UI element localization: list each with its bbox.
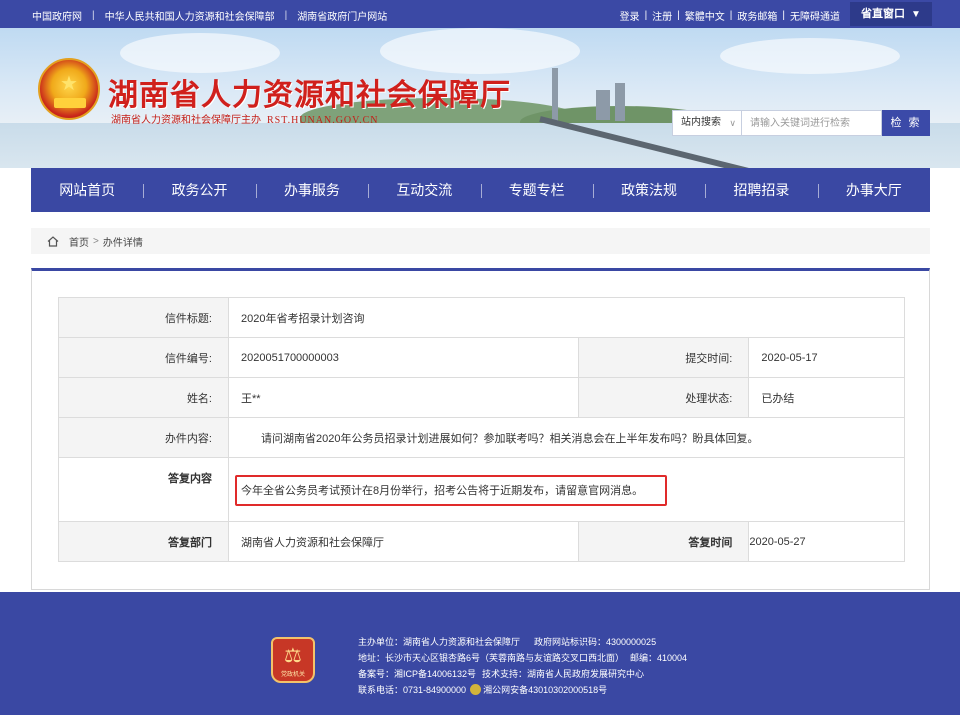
top-bar: 中国政府网 | 中华人民共和国人力资源和社会保障部 | 湖南省政府门户网站 登录… [0,0,960,28]
footer-phone: 联系电话：0731-84900000 [358,685,467,695]
header-banner: ★ 湖南省人力资源和社会保障厅 湖南省人力资源和社会保障厅主办 RST.HUNAN… [0,28,960,168]
breadcrumb: 首页 > 办件详情 [31,228,930,254]
traditional-chinese-link[interactable]: 繁體中文 [685,8,725,23]
site-footer: ⚖ 党政机关 主办单位：湖南省人力资源和社会保障厅 政府网站标识码：4300000… [0,592,960,715]
submit-time: 2020-05-17 [748,337,905,378]
party-gov-logo-icon[interactable]: ⚖ 党政机关 [271,637,315,683]
name-label: 姓名: [58,377,229,418]
footer-postcode: 邮编：410004 [630,653,688,663]
reply-cell: 今年全省公务员考试预计在8月份举行，招考公告将于近期发布，请留意官网消息。 [228,457,905,522]
table-row: 办件内容: 请问湖南省2020年公务员招录计划进展如何？参加联考吗？相关消息会在… [58,417,905,458]
title-label: 信件标题: [58,297,229,338]
reply-content: 今年全省公务员考试预计在8月份举行，招考公告将于近期发布，请留意官网消息。 [235,475,668,506]
nav-service-hall[interactable]: 办事大厅 [817,180,930,200]
cloud-decoration [120,33,280,73]
reply-label: 答复内容 [58,457,229,522]
separator: | [284,10,288,21]
site-domain: RST.HUNAN.GOV.CN [267,115,379,126]
link-hunan-gov[interactable]: 湖南省政府门户网站 [297,8,387,23]
tower-decoration [552,68,558,123]
main-nav: 网站首页 政务公开 办事服务 互动交流 专题专栏 政策法规 招聘招录 办事大厅 [31,168,930,212]
chevron-down-icon: ▼ [911,9,921,20]
search-input[interactable] [742,110,882,136]
content-label: 办件内容: [58,417,229,458]
search-scope-value: 站内搜索 [681,117,721,128]
breadcrumb-separator: > [93,235,99,247]
nav-gov-affairs[interactable]: 政务公开 [143,180,255,200]
building-decoration [615,83,625,121]
separator: | [644,10,648,21]
table-row: 答复内容 今年全省公务员考试预计在8月份举行，招考公告将于近期发布，请留意官网消… [58,457,905,522]
reply-dept-label: 答复部门 [58,521,229,562]
table-row: 姓名: 王** 处理状态: 已办结 [58,377,905,418]
reply-dept: 湖南省人力资源和社会保障厅 [227,521,580,562]
letter-detail-panel: 信件标题: 2020年省考招录计划咨询 信件编号: 20200517000000… [31,268,930,590]
separator: | [92,10,95,21]
gov-mail-link[interactable]: 政务邮箱 [737,8,777,23]
separator: | [782,10,785,21]
register-link[interactable]: 注册 [652,8,672,23]
national-emblem-icon: ★ [38,58,100,120]
province-window-dropdown[interactable]: 省直窗口 ▼ [850,2,932,26]
status-label: 处理状态: [578,377,750,418]
footer-icp[interactable]: 备案号：湘ICP备14006132号 [358,669,476,679]
status-value: 已办结 [748,377,905,418]
separator: | [677,10,680,21]
accessibility-link[interactable]: 无障碍通道 [790,8,840,23]
site-subtitle: 湖南省人力资源和社会保障厅主办 RST.HUNAN.GOV.CN [111,111,378,126]
top-right-links: 登录 | 注册 | 繁體中文 | 政务邮箱 | 无障碍通道 [620,8,840,23]
link-china-gov[interactable]: 中国政府网 [32,8,82,23]
table-row: 信件标题: 2020年省考招录计划咨询 [58,297,905,338]
link-mohrss[interactable]: 中华人民共和国人力资源和社会保障部 [105,8,275,23]
nav-topics[interactable]: 专题专栏 [480,180,593,200]
footer-sponsor: 主办单位：湖南省人力资源和社会保障厅 [358,637,521,647]
letter-detail-table: 信件标题: 2020年省考招录计划咨询 信件编号: 20200517000000… [58,297,905,562]
letter-title: 2020年省考招录计划咨询 [228,297,905,338]
reply-time-label: 答复时间 [578,521,750,562]
footer-site-code: 政府网站标识码：4300000025 [534,637,657,647]
site-search: 站内搜索 ∨ 检 索 [672,110,930,136]
nav-policies[interactable]: 政策法规 [592,180,705,200]
footer-police-record[interactable]: 湘公网安备43010302000518号 [483,685,607,695]
top-links: 中国政府网 | 中华人民共和国人力资源和社会保障部 | 湖南省政府门户网站 [32,8,387,23]
letter-number: 2020051700000003 [227,337,580,378]
table-row: 信件编号: 2020051700000003 提交时间: 2020-05-17 [58,337,905,378]
cloud-decoration [380,28,580,74]
breadcrumb-home[interactable]: 首页 [69,234,89,249]
submitter-name: 王** [227,377,580,418]
chevron-down-icon: ∨ [729,118,736,128]
province-window-label: 省直窗口 [861,8,906,20]
number-label: 信件编号: [58,337,229,378]
cloud-decoration [720,38,900,74]
nav-recruitment[interactable]: 招聘招录 [705,180,817,200]
home-icon [47,235,59,247]
building-decoration [596,90,610,120]
search-button[interactable]: 检 索 [882,110,930,136]
footer-info: 主办单位：湖南省人力资源和社会保障厅 政府网站标识码：4300000025 地址：… [358,634,687,698]
letter-content: 请问湖南省2020年公务员招录计划进展如何？参加联考吗？相关消息会在上半年发布吗… [228,417,905,458]
police-badge-icon [470,684,482,695]
logo-text: 党政机关 [280,672,305,678]
footer-tech-support: 技术支持：湖南省人民政府发展研究中心 [482,669,645,679]
search-scope-select[interactable]: 站内搜索 ∨ [672,110,742,136]
separator: | [729,10,733,21]
sponsor-text: 湖南省人力资源和社会保障厅主办 [111,115,261,126]
nav-home[interactable]: 网站首页 [31,180,143,200]
login-link[interactable]: 登录 [620,8,640,23]
reply-time: 2020-05-27 [748,521,905,562]
table-row: 答复部门 湖南省人力资源和社会保障厅 答复时间 2020-05-27 [58,521,905,562]
nav-services[interactable]: 办事服务 [255,180,368,200]
logo-glyph: ⚖ [284,645,302,667]
breadcrumb-current: 办件详情 [102,237,143,249]
submit-time-label: 提交时间: [578,337,750,378]
nav-interaction[interactable]: 互动交流 [368,180,480,200]
site-title: 湖南省人力资源和社会保障厅 [108,79,511,112]
footer-address: 地址：长沙市天心区银杏路6号（芙蓉南路与友谊路交叉口西北面） [358,653,625,663]
